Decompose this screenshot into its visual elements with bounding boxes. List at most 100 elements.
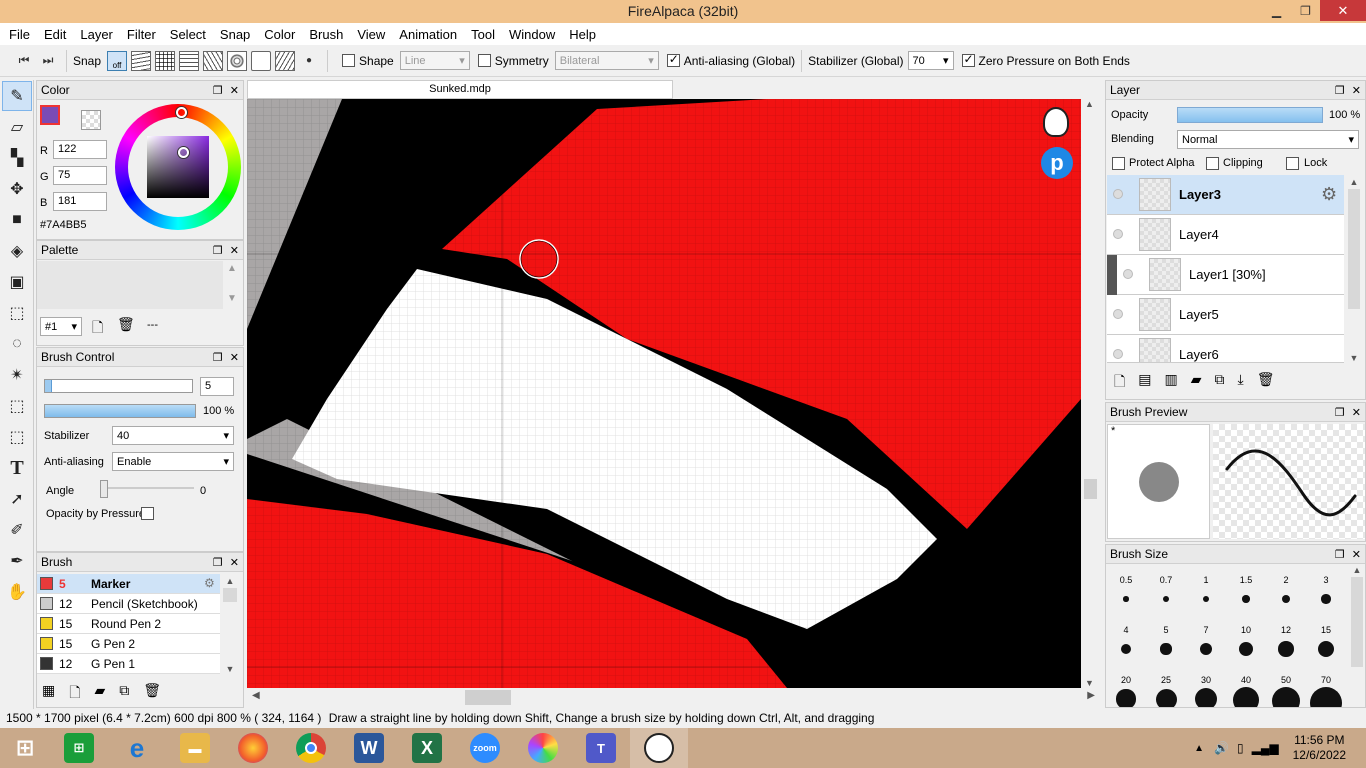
brush-item-pencil[interactable]: 12 Pencil (Sketchbook) [37,594,220,614]
brush-size-input[interactable]: 5 [200,377,234,396]
menu-animation[interactable]: Animation [392,27,464,42]
minimize-button[interactable]: ▁ [1262,0,1291,21]
snap-off-button[interactable]: off [107,50,128,71]
gear-icon[interactable]: ⚙ [1321,184,1337,205]
opacity-pressure-checkbox[interactable] [141,507,154,520]
primary-color-swatch[interactable] [40,105,60,125]
horizontal-scroll-thumb[interactable] [465,690,511,705]
new-palette-icon[interactable]: 🗋 [92,317,103,341]
layer-row-layer3[interactable]: Layer3 ⚙ [1107,175,1344,215]
document-tab[interactable]: Sunked.mdp [247,80,673,99]
scroll-up-icon[interactable]: ▲ [1345,177,1363,187]
brush-list-scrollbar[interactable]: ▲ ▼ [221,576,239,674]
close-button[interactable]: ✕ [1320,0,1366,21]
brush-item-g-pen-2[interactable]: 15 G Pen 2 [37,634,220,654]
close-icon[interactable]: ✕ [230,84,239,97]
taskbar-teams[interactable]: T [572,728,630,768]
fill-rect-tool-icon[interactable]: ■ [2,205,32,235]
brush-size-option[interactable]: 7 [1186,625,1226,656]
brush-store-icon[interactable]: ▦ [42,682,55,706]
close-icon[interactable]: ✕ [230,556,239,569]
drawing-canvas[interactable]: p [247,99,1081,688]
snap-grid-icon[interactable] [155,50,176,71]
delete-brush-icon[interactable]: 🗑 [143,682,161,706]
blending-select[interactable]: Normal ▾ [1177,130,1359,149]
b-input[interactable]: 181 [53,192,107,211]
scroll-right-icon[interactable]: ▶ [1087,690,1095,701]
tray-expand-icon[interactable]: ▲ [1194,743,1204,754]
brush-size-slider[interactable] [44,379,193,393]
power-icon[interactable]: ▯ [1237,741,1244,755]
menu-help[interactable]: Help [562,27,603,42]
sv-cursor[interactable] [178,147,189,158]
taskbar-zoom[interactable]: zoom [456,728,514,768]
undock-icon[interactable]: ❐ [213,351,223,364]
angle-slider-thumb[interactable] [100,480,108,498]
new-1bit-layer-icon[interactable]: ▥ [1165,371,1178,395]
undock-icon[interactable]: ❐ [1335,84,1345,97]
vertical-scroll-thumb[interactable] [1084,479,1097,499]
scroll-up-icon[interactable]: ▲ [221,576,239,586]
taskbar-firefox[interactable] [224,728,282,768]
snap-curve-icon[interactable] [251,50,272,71]
visibility-icon[interactable] [1123,269,1133,279]
scroll-up-icon[interactable]: ▲ [227,263,237,274]
undock-icon[interactable]: ❐ [213,244,223,257]
move-tool-icon[interactable]: ✥ [2,174,32,204]
layer-row-layer4[interactable]: Layer4 [1107,215,1344,255]
select-tool-icon[interactable]: ⬚ [2,298,32,328]
menu-color[interactable]: Color [257,27,302,42]
scroll-down-icon[interactable]: ▼ [221,664,239,674]
menu-layer[interactable]: Layer [73,27,120,42]
eyedropper-tool-icon[interactable]: ✒ [2,546,32,576]
next-frame-icon[interactable]: ⏭ [38,51,58,71]
taskbar-firealpaca[interactable] [630,728,688,768]
menu-view[interactable]: View [350,27,392,42]
visibility-icon[interactable] [1113,229,1123,239]
prev-frame-icon[interactable]: ⏮ [14,51,34,71]
merge-down-icon[interactable]: ⤓ [1238,371,1244,395]
brush-size-option[interactable]: 0.7 [1146,575,1186,602]
brush-size-option[interactable]: 1 [1186,575,1226,603]
brush-size-option[interactable]: 15 [1306,625,1346,658]
snap-settings-icon[interactable]: ● [299,51,319,71]
brush-size-option[interactable]: 40 [1226,675,1266,707]
protect-alpha-checkbox[interactable] [1112,157,1125,170]
layer-opacity-slider[interactable] [1177,107,1323,123]
brush-item-round-pen[interactable]: 15 Round Pen 2 [37,614,220,634]
palette-set-select[interactable]: #1 ▾ [40,317,82,336]
new-brush-icon[interactable]: 🗋 [69,682,80,706]
layer-list-scrollbar[interactable]: ▲ ▼ [1345,177,1363,363]
shape-select[interactable]: Line ▾ [399,51,470,70]
scroll-down-icon[interactable]: ▼ [1085,678,1094,688]
snap-radial-icon[interactable] [203,50,224,71]
brush-size-option[interactable]: 0.5 [1106,575,1146,602]
brush-size-option[interactable]: 5 [1146,625,1186,655]
brush-size-option[interactable]: 3 [1306,575,1346,604]
brush-size-option[interactable]: 70 [1306,675,1346,707]
lasso-tool-icon[interactable]: ◌ [2,329,32,359]
start-button[interactable]: ⊞ [0,728,50,768]
angle-slider[interactable] [104,487,194,489]
scroll-up-icon[interactable]: ▲ [1085,99,1094,109]
brush-size-option[interactable]: 10 [1226,625,1266,657]
brush-size-option[interactable]: 50 [1266,675,1306,707]
hand-tool-icon[interactable]: ✋ [2,577,32,607]
dot-tool-icon[interactable]: ▚ [2,143,32,173]
stabilizer-select[interactable]: 40 ▾ [112,426,234,445]
menu-brush[interactable]: Brush [302,27,350,42]
layer-row-layer1[interactable]: Layer1 [30%] [1107,255,1344,295]
close-icon[interactable]: ✕ [1352,406,1361,419]
brush-item-g-pen-1[interactable]: 12 G Pen 1 [37,654,220,674]
gradient-tool-icon[interactable]: ▣ [2,267,32,297]
undock-icon[interactable]: ❐ [1335,548,1345,561]
brush-folder-icon[interactable]: ▰ [95,682,106,706]
close-icon[interactable]: ✕ [230,351,239,364]
brush-size-option[interactable]: 25 [1146,675,1186,707]
canvas-horizontal-scrollbar[interactable]: ◀ ▶ [247,688,1100,707]
zero-pressure-checkbox[interactable] [961,52,975,67]
pixiv-icon[interactable]: p [1041,147,1073,179]
menu-snap[interactable]: Snap [213,27,257,42]
brush-item-marker[interactable]: 5 Marker ⚙ [37,574,220,594]
visibility-icon[interactable] [1113,189,1123,199]
